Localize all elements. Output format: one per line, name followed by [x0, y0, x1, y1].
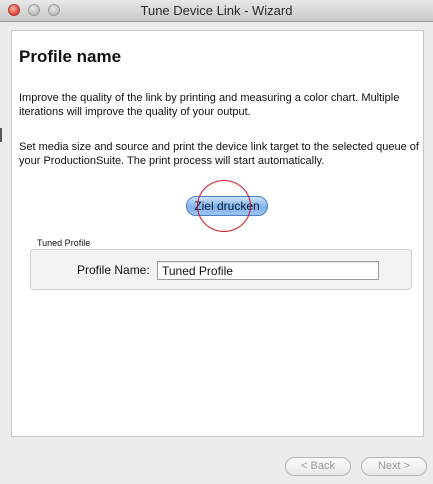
- instructions-text: Set media size and source and print the …: [19, 141, 419, 167]
- profile-name-input[interactable]: [157, 261, 379, 280]
- print-target-button[interactable]: Ziel drucken: [186, 196, 268, 216]
- title-bar[interactable]: Tune Device Link - Wizard: [0, 0, 433, 22]
- tuned-profile-group-label: Tuned Profile: [37, 238, 91, 248]
- description-text: Improve the quality of the link by print…: [19, 92, 400, 118]
- page-title: Profile name: [19, 47, 122, 66]
- footer-divider: [11, 436, 424, 437]
- window-title: Tune Device Link - Wizard: [140, 3, 293, 18]
- next-button[interactable]: Next >: [361, 457, 427, 476]
- profile-name-label: Profile Name:: [77, 263, 150, 277]
- back-button[interactable]: < Back: [285, 457, 351, 476]
- window-edge-marker: [0, 128, 2, 142]
- wizard-window: Tune Device Link - Wizard Profile name I…: [0, 0, 433, 484]
